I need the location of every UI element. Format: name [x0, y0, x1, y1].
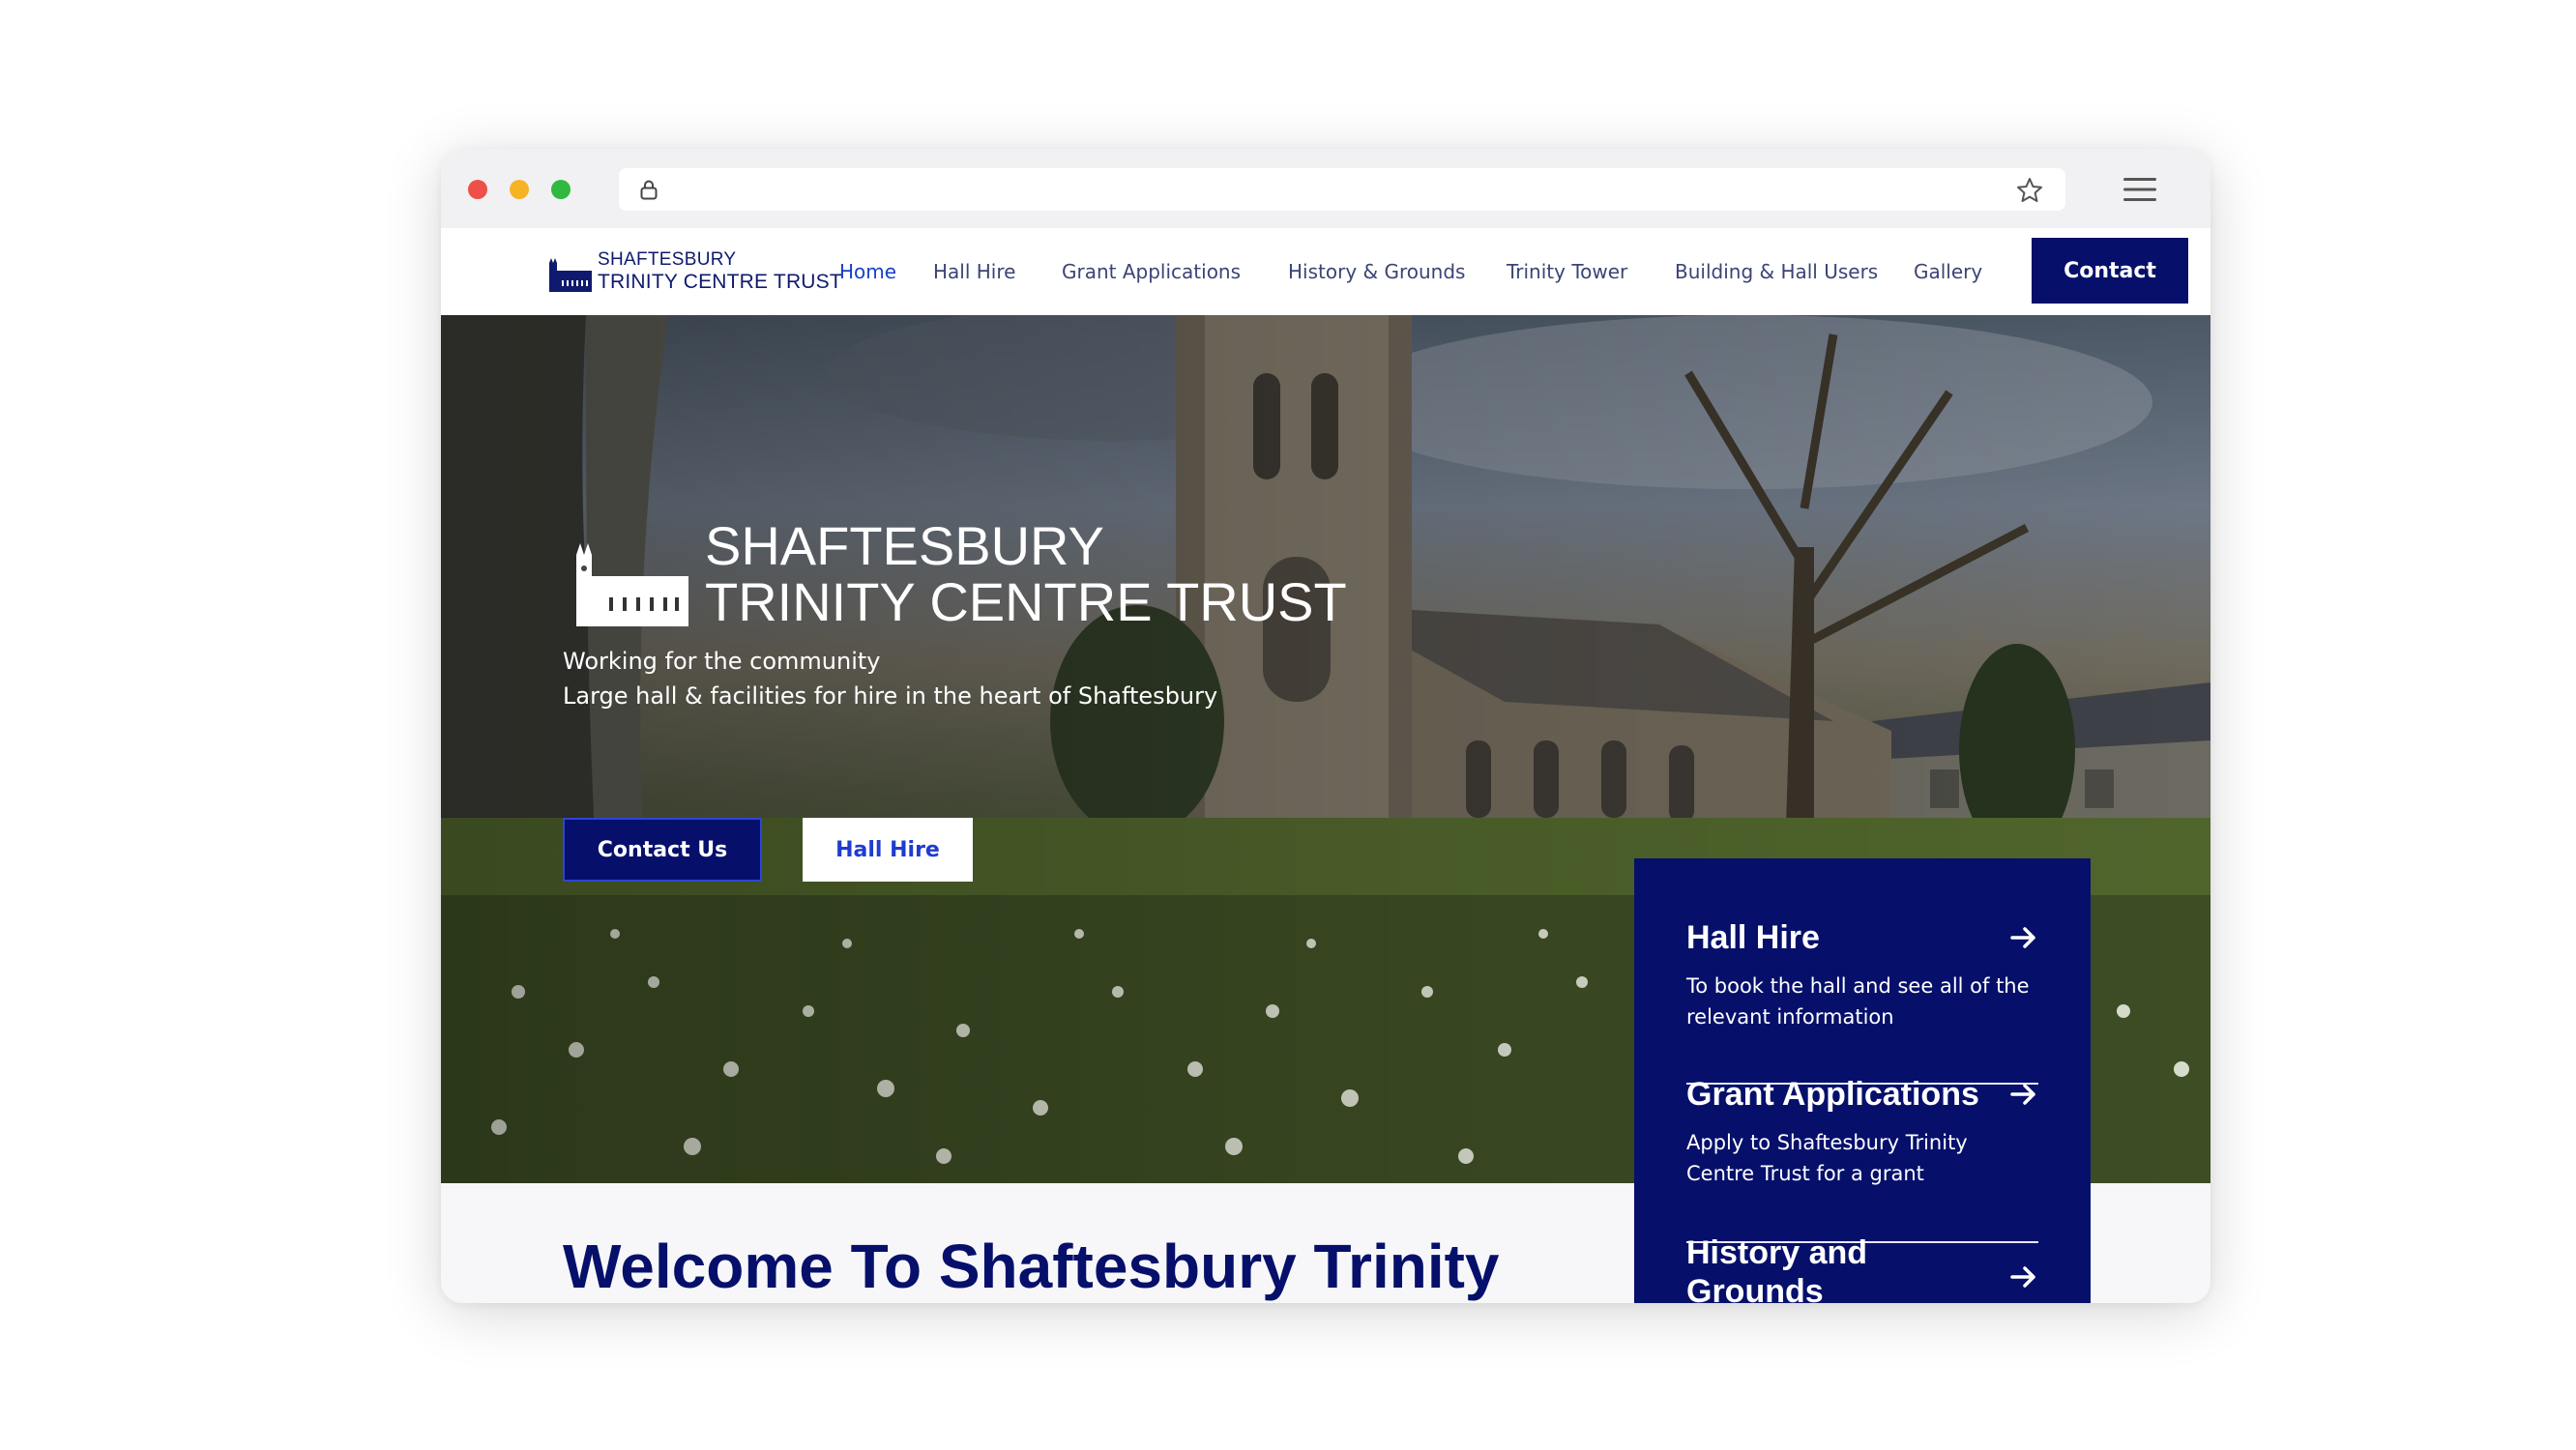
- contact-button[interactable]: Contact: [2032, 238, 2188, 304]
- site-navbar: SHAFTESBURY TRINITY CENTRE TRUST Home Ha…: [441, 228, 2210, 315]
- quick-links-panel: Hall Hire To book the hall and see all o…: [1634, 858, 2091, 1303]
- minimize-window-button[interactable]: [510, 180, 529, 199]
- hero-title-line2: TRINITY CENTRE TRUST: [705, 571, 1347, 632]
- star-icon[interactable]: [2015, 176, 2044, 205]
- panel-item-desc: To book the hall and see all of the rele…: [1686, 974, 2030, 1029]
- nav-grant-applications[interactable]: Grant Applications: [1062, 259, 1241, 284]
- nav-history-grounds[interactable]: History & Grounds: [1288, 259, 1465, 284]
- church-logo-icon: [549, 258, 592, 292]
- contact-us-button[interactable]: Contact Us: [563, 818, 762, 882]
- nav-hall-hire[interactable]: Hall Hire: [933, 259, 1015, 284]
- logo-text: SHAFTESBURY TRINITY CENTRE TRUST: [598, 249, 842, 294]
- hero-title: SHAFTESBURY TRINITY CENTRE TRUST: [705, 518, 1347, 630]
- hero-title-line1: SHAFTESBURY: [705, 515, 1104, 576]
- hero-sub-line2: Large hall & facilities for hire in the …: [563, 682, 1218, 710]
- maximize-window-button[interactable]: [551, 180, 571, 199]
- nav-home[interactable]: Home: [839, 259, 896, 284]
- panel-item-hall-hire[interactable]: Hall Hire To book the hall and see all o…: [1686, 918, 2038, 1085]
- close-window-button[interactable]: [468, 180, 487, 199]
- arrow-right-icon: [2010, 927, 2035, 948]
- panel-item-grant-applications[interactable]: Grant Applications Apply to Shaftesbury …: [1686, 1075, 2038, 1243]
- address-bar[interactable]: [619, 168, 2065, 211]
- panel-item-history-grounds[interactable]: History and Grounds: [1686, 1233, 1938, 1303]
- hero-subtitle: Working for the community Large hall & f…: [563, 644, 1217, 713]
- logo-line1: SHAFTESBURY: [598, 249, 737, 270]
- church-logo-icon: [576, 543, 688, 626]
- panel-item-title: Hall Hire: [1686, 919, 1820, 956]
- lock-icon: [640, 180, 658, 200]
- panel-item-desc: Apply to Shaftesbury Trinity Centre Trus…: [1686, 1131, 1968, 1185]
- hero-sub-line1: Working for the community: [563, 648, 881, 675]
- nav-gallery[interactable]: Gallery: [1914, 259, 1982, 284]
- arrow-right-icon: [2010, 1266, 2035, 1288]
- nav-building-hall-users[interactable]: Building & Hall Users: [1675, 259, 1878, 284]
- arrow-right-icon: [2010, 1084, 2035, 1105]
- browser-chrome: [441, 149, 2210, 228]
- logo-line2: TRINITY CENTRE TRUST: [598, 271, 842, 293]
- browser-window: SHAFTESBURY TRINITY CENTRE TRUST Home Ha…: [441, 149, 2210, 1303]
- panel-item-title: History and Grounds: [1686, 1234, 1868, 1303]
- hall-hire-button[interactable]: Hall Hire: [803, 818, 973, 882]
- nav-trinity-tower[interactable]: Trinity Tower: [1507, 259, 1627, 284]
- menu-icon[interactable]: [2123, 175, 2156, 204]
- panel-item-title: Grant Applications: [1686, 1076, 1979, 1113]
- welcome-heading: Welcome To Shaftesbury Trinity: [563, 1232, 1500, 1301]
